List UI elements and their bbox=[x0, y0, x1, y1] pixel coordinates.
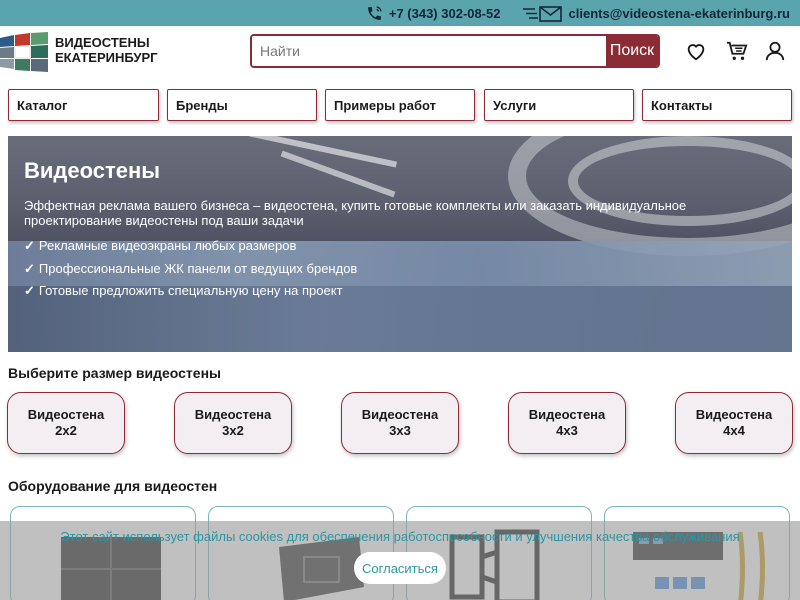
cookie-accept-button[interactable]: Согласиться bbox=[354, 552, 446, 584]
email-contact[interactable]: clients@videostena-ekaterinburg.ru bbox=[522, 5, 790, 22]
hero-banner: Видеостены Эффектная реклама вашего бизн… bbox=[8, 136, 792, 352]
hero-bullet-text: Рекламные видеоэкраны любых размеров bbox=[38, 238, 297, 253]
brand-name[interactable]: ВИДЕОСТЕНЫ ЕКАТЕРИНБУРГ bbox=[55, 35, 158, 65]
top-bar: +7 (343) 302-08-52 clients@videostena-ek… bbox=[0, 0, 800, 26]
email-address[interactable]: clients@videostena-ekaterinburg.ru bbox=[569, 6, 790, 21]
cookie-banner: Этот сайт использует файлы cookies для о… bbox=[0, 521, 800, 600]
hero-bullet-text: Профессиональные ЖК панели от ведущих бр… bbox=[38, 260, 358, 276]
cookie-message: Этот сайт использует файлы cookies для о… bbox=[60, 529, 740, 544]
nav-item-services[interactable]: Услуги bbox=[484, 89, 634, 121]
size-section-title: Выберите размер видеостены bbox=[8, 365, 221, 381]
hero-bullet: ✓ Готовые предложить специальную цену на … bbox=[24, 283, 784, 306]
phone-icon bbox=[366, 5, 383, 22]
user-icon[interactable] bbox=[764, 40, 786, 62]
search-form: Поиск bbox=[250, 34, 660, 68]
search-input[interactable] bbox=[252, 36, 606, 66]
heart-icon[interactable] bbox=[685, 40, 707, 62]
nav-item-portfolio[interactable]: Примеры работ bbox=[325, 89, 475, 121]
phone-contact[interactable]: +7 (343) 302-08-52 bbox=[366, 5, 501, 22]
equipment-section-title: Оборудование для видеостен bbox=[8, 478, 218, 494]
mail-icon bbox=[522, 5, 563, 22]
hero-description: Эффектная реклама вашего бизнеса – видео… bbox=[24, 198, 687, 228]
brand-line-2: ЕКАТЕРИНБУРГ bbox=[55, 50, 158, 65]
nav-item-catalog[interactable]: Каталог bbox=[8, 89, 159, 121]
hero-bullets: ✓ Рекламные видеоэкраны любых размеров ✓ П… bbox=[24, 238, 784, 306]
hero-text: Видеостены Эффектная реклама вашего бизн… bbox=[24, 158, 784, 306]
brand-line-1: ВИДЕОСТЕНЫ bbox=[55, 35, 150, 50]
check-icon: ✓ bbox=[24, 283, 35, 298]
size-button-value: 2x2 bbox=[55, 423, 77, 438]
size-button-value: 3x2 bbox=[222, 423, 244, 438]
size-button-value: 4x3 bbox=[556, 423, 578, 438]
size-button-label: Видеостена bbox=[695, 407, 773, 422]
size-button-label: Видеостена bbox=[27, 407, 105, 422]
hero-bullet: ✓ Рекламные видеоэкраны любых размеров bbox=[24, 238, 784, 261]
hero-title: Видеостены bbox=[24, 158, 161, 183]
search-button[interactable]: Поиск bbox=[606, 36, 658, 66]
size-button-4x3[interactable]: Видеостена 4x3 bbox=[508, 392, 626, 454]
size-button-3x2[interactable]: Видеостена 3x2 bbox=[174, 392, 292, 454]
size-button-label: Видеостена bbox=[361, 407, 439, 422]
main-nav: Каталог Бренды Примеры работ Услуги Конт… bbox=[0, 89, 800, 121]
size-button-label: Видеостена bbox=[194, 407, 272, 422]
size-button-value: 4x4 bbox=[723, 423, 745, 438]
check-icon: ✓ bbox=[24, 238, 35, 253]
check-icon: ✓ bbox=[24, 260, 35, 276]
cart-icon[interactable] bbox=[725, 40, 748, 62]
nav-item-contacts[interactable]: Контакты bbox=[642, 89, 792, 121]
phone-number[interactable]: +7 (343) 302-08-52 bbox=[389, 6, 501, 21]
hero-bullet: ✓ Профессиональные ЖК панели от ведущих б… bbox=[24, 261, 784, 284]
size-button-value: 3x3 bbox=[389, 423, 411, 438]
size-button-3x3[interactable]: Видеостена 3x3 bbox=[341, 392, 459, 454]
hero-bullet-text: Готовые предложить специальную цену на п… bbox=[38, 283, 343, 298]
logo[interactable] bbox=[0, 32, 48, 72]
size-button-label: Видеостена bbox=[528, 407, 606, 422]
header: ВИДЕОСТЕНЫ ЕКАТЕРИНБУРГ Поиск bbox=[0, 26, 800, 76]
nav-item-brands[interactable]: Бренды bbox=[167, 89, 317, 121]
size-button-2x2[interactable]: Видеостена 2x2 bbox=[7, 392, 125, 454]
size-button-4x4[interactable]: Видеостена 4x4 bbox=[675, 392, 793, 454]
